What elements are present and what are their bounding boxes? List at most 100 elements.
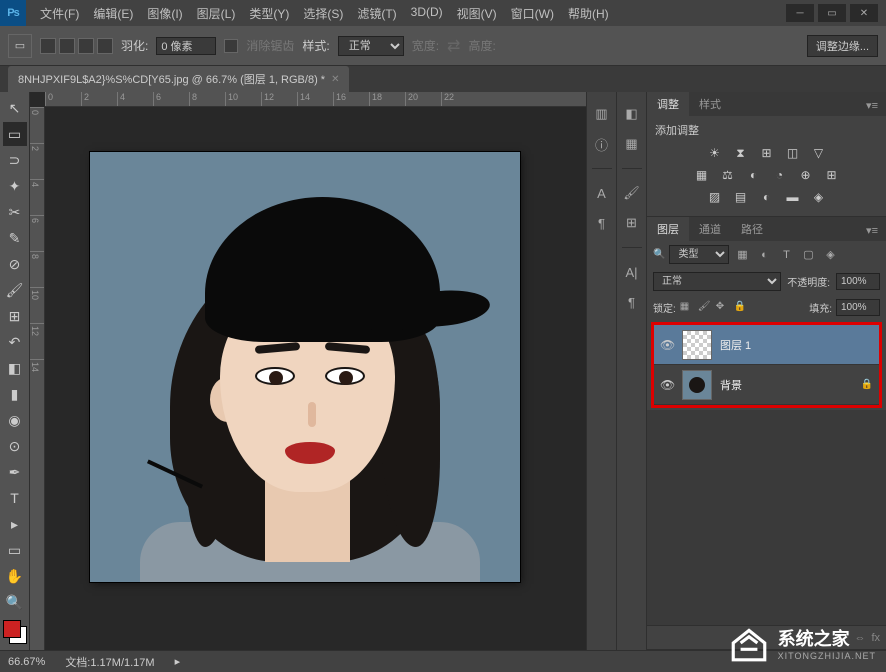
visibility-toggle-icon[interactable]: 👁 <box>660 338 674 352</box>
document-tab[interactable]: 8NHJPXIF9L$A2}%S%CD[Y65.jpg @ 66.7% (图层 … <box>8 66 349 92</box>
lasso-tool-icon[interactable]: ⊃ <box>3 148 27 172</box>
close-tab-icon[interactable]: ✕ <box>331 74 339 85</box>
threshold-adjustment-icon[interactable]: ◐ <box>757 188 777 206</box>
color-lookup-adjustment-icon[interactable]: ⊞ <box>822 166 842 184</box>
clone-stamp-tool-icon[interactable]: ⊞ <box>3 304 27 328</box>
color-panel-icon[interactable]: ◧ <box>622 104 642 124</box>
subtract-selection-icon[interactable] <box>78 38 94 54</box>
menu-select[interactable]: 选择(S) <box>297 1 349 26</box>
layers-panel-menu-icon[interactable]: ▾≡ <box>858 220 886 241</box>
posterize-adjustment-icon[interactable]: ▤ <box>731 188 751 206</box>
layer-name-label[interactable]: 背景 <box>720 377 853 393</box>
dodge-tool-icon[interactable]: ⊙ <box>3 434 27 458</box>
filter-adjustment-icon[interactable]: ◐ <box>755 246 773 264</box>
marquee-tool-icon[interactable]: ▭ <box>3 122 27 146</box>
menu-window[interactable]: 窗口(W) <box>505 1 560 26</box>
fill-input[interactable] <box>836 299 880 316</box>
opacity-input[interactable] <box>836 273 880 290</box>
lock-position-icon[interactable]: ✥ <box>716 301 730 315</box>
canvas-area[interactable]: 0246810121416182022 02468101214 <box>30 92 586 650</box>
brush-presets-panel-icon[interactable]: ⊞ <box>622 213 642 233</box>
photo-filter-adjustment-icon[interactable]: ◔ <box>770 166 790 184</box>
lock-pixels-icon[interactable]: 🖌 <box>698 301 712 315</box>
type-tool-icon[interactable]: T <box>3 486 27 510</box>
canvas[interactable] <box>90 152 520 582</box>
character-panel-icon[interactable]: A <box>592 183 612 203</box>
filter-shape-icon[interactable]: ▢ <box>799 246 817 264</box>
maximize-button[interactable]: ▭ <box>818 4 846 22</box>
menu-filter[interactable]: 滤镜(T) <box>351 1 402 26</box>
layer-name-label[interactable]: 图层 1 <box>720 337 873 353</box>
layer-filter-select[interactable]: 类型 <box>669 245 729 264</box>
magic-wand-tool-icon[interactable]: ✦ <box>3 174 27 198</box>
bw-adjustment-icon[interactable]: ◐ <box>744 166 764 184</box>
new-selection-icon[interactable] <box>40 38 56 54</box>
visibility-toggle-icon[interactable]: 👁 <box>660 378 674 392</box>
history-brush-tool-icon[interactable]: ↶ <box>3 330 27 354</box>
brightness-adjustment-icon[interactable]: ☀ <box>705 144 725 162</box>
intersect-selection-icon[interactable] <box>97 38 113 54</box>
swatches-panel-icon[interactable]: ▦ <box>622 134 642 154</box>
gradient-map-adjustment-icon[interactable]: ▬ <box>783 188 803 206</box>
layer-item[interactable]: 👁 图层 1 <box>654 325 879 365</box>
clone-source-panel-icon[interactable]: ¶ <box>622 292 642 312</box>
close-button[interactable]: ✕ <box>850 4 878 22</box>
vibrance-adjustment-icon[interactable]: ▽ <box>809 144 829 162</box>
pen-tool-icon[interactable]: ✒ <box>3 460 27 484</box>
menu-layer[interactable]: 图层(L) <box>191 1 242 26</box>
blur-tool-icon[interactable]: ◉ <box>3 408 27 432</box>
layer-thumbnail[interactable] <box>682 330 712 360</box>
minimize-button[interactable]: ─ <box>786 4 814 22</box>
menu-3d[interactable]: 3D(D) <box>405 1 449 26</box>
layers-empty-area[interactable] <box>647 410 886 625</box>
panel-menu-icon[interactable]: ▾≡ <box>858 95 886 116</box>
paragraph-panel-icon[interactable]: ¶ <box>592 213 612 233</box>
move-tool-icon[interactable]: ↖ <box>3 96 27 120</box>
add-selection-icon[interactable] <box>59 38 75 54</box>
layer-item[interactable]: 👁 背景 🔒 <box>654 365 879 405</box>
shape-tool-icon[interactable]: ▭ <box>3 538 27 562</box>
menu-type[interactable]: 类型(Y) <box>243 1 295 26</box>
selective-color-adjustment-icon[interactable]: ◈ <box>809 188 829 206</box>
style-select[interactable]: 正常 <box>338 36 404 56</box>
menu-view[interactable]: 视图(V) <box>451 1 503 26</box>
refine-edge-button[interactable]: 调整边缘... <box>807 35 878 57</box>
path-selection-tool-icon[interactable]: ▸ <box>3 512 27 536</box>
menu-help[interactable]: 帮助(H) <box>562 1 615 26</box>
channel-mixer-adjustment-icon[interactable]: ⊕ <box>796 166 816 184</box>
styles-panel-icon[interactable]: A| <box>622 262 642 282</box>
menu-image[interactable]: 图像(I) <box>141 1 188 26</box>
foreground-color-swatch[interactable] <box>3 620 21 638</box>
tab-paths[interactable]: 路径 <box>731 217 773 241</box>
zoom-tool-icon[interactable]: 🔍 <box>3 590 27 614</box>
feather-input[interactable] <box>156 37 216 55</box>
menu-edit[interactable]: 编辑(E) <box>87 1 139 26</box>
tab-adjustments[interactable]: 调整 <box>647 92 689 116</box>
antialias-checkbox[interactable] <box>224 39 238 53</box>
exposure-adjustment-icon[interactable]: ◫ <box>783 144 803 162</box>
zoom-level[interactable]: 66.67% <box>8 656 45 668</box>
levels-adjustment-icon[interactable]: ⧗ <box>731 144 751 162</box>
hue-adjustment-icon[interactable]: ▦ <box>692 166 712 184</box>
status-arrow-icon[interactable]: ▸ <box>175 655 181 668</box>
eraser-tool-icon[interactable]: ◧ <box>3 356 27 380</box>
brush-panel-icon[interactable]: 🖌 <box>622 183 642 203</box>
hand-tool-icon[interactable]: ✋ <box>3 564 27 588</box>
healing-brush-tool-icon[interactable]: ⊘ <box>3 252 27 276</box>
history-panel-icon[interactable]: ▥ <box>592 104 612 124</box>
curves-adjustment-icon[interactable]: ⊞ <box>757 144 777 162</box>
color-balance-adjustment-icon[interactable]: ⚖ <box>718 166 738 184</box>
menu-file[interactable]: 文件(F) <box>34 1 85 26</box>
eyedropper-tool-icon[interactable]: ✎ <box>3 226 27 250</box>
layer-thumbnail[interactable] <box>682 370 712 400</box>
tab-channels[interactable]: 通道 <box>689 217 731 241</box>
tab-layers[interactable]: 图层 <box>647 217 689 241</box>
invert-adjustment-icon[interactable]: ▨ <box>705 188 725 206</box>
filter-pixel-icon[interactable]: ▦ <box>733 246 751 264</box>
tool-preset-icon[interactable]: ▭ <box>8 34 32 58</box>
brush-tool-icon[interactable]: 🖌 <box>3 278 27 302</box>
blend-mode-select[interactable]: 正常 <box>653 272 781 291</box>
filter-type-icon[interactable]: T <box>777 246 795 264</box>
lock-all-icon[interactable]: 🔒 <box>734 301 748 315</box>
filter-smart-icon[interactable]: ◈ <box>821 246 839 264</box>
